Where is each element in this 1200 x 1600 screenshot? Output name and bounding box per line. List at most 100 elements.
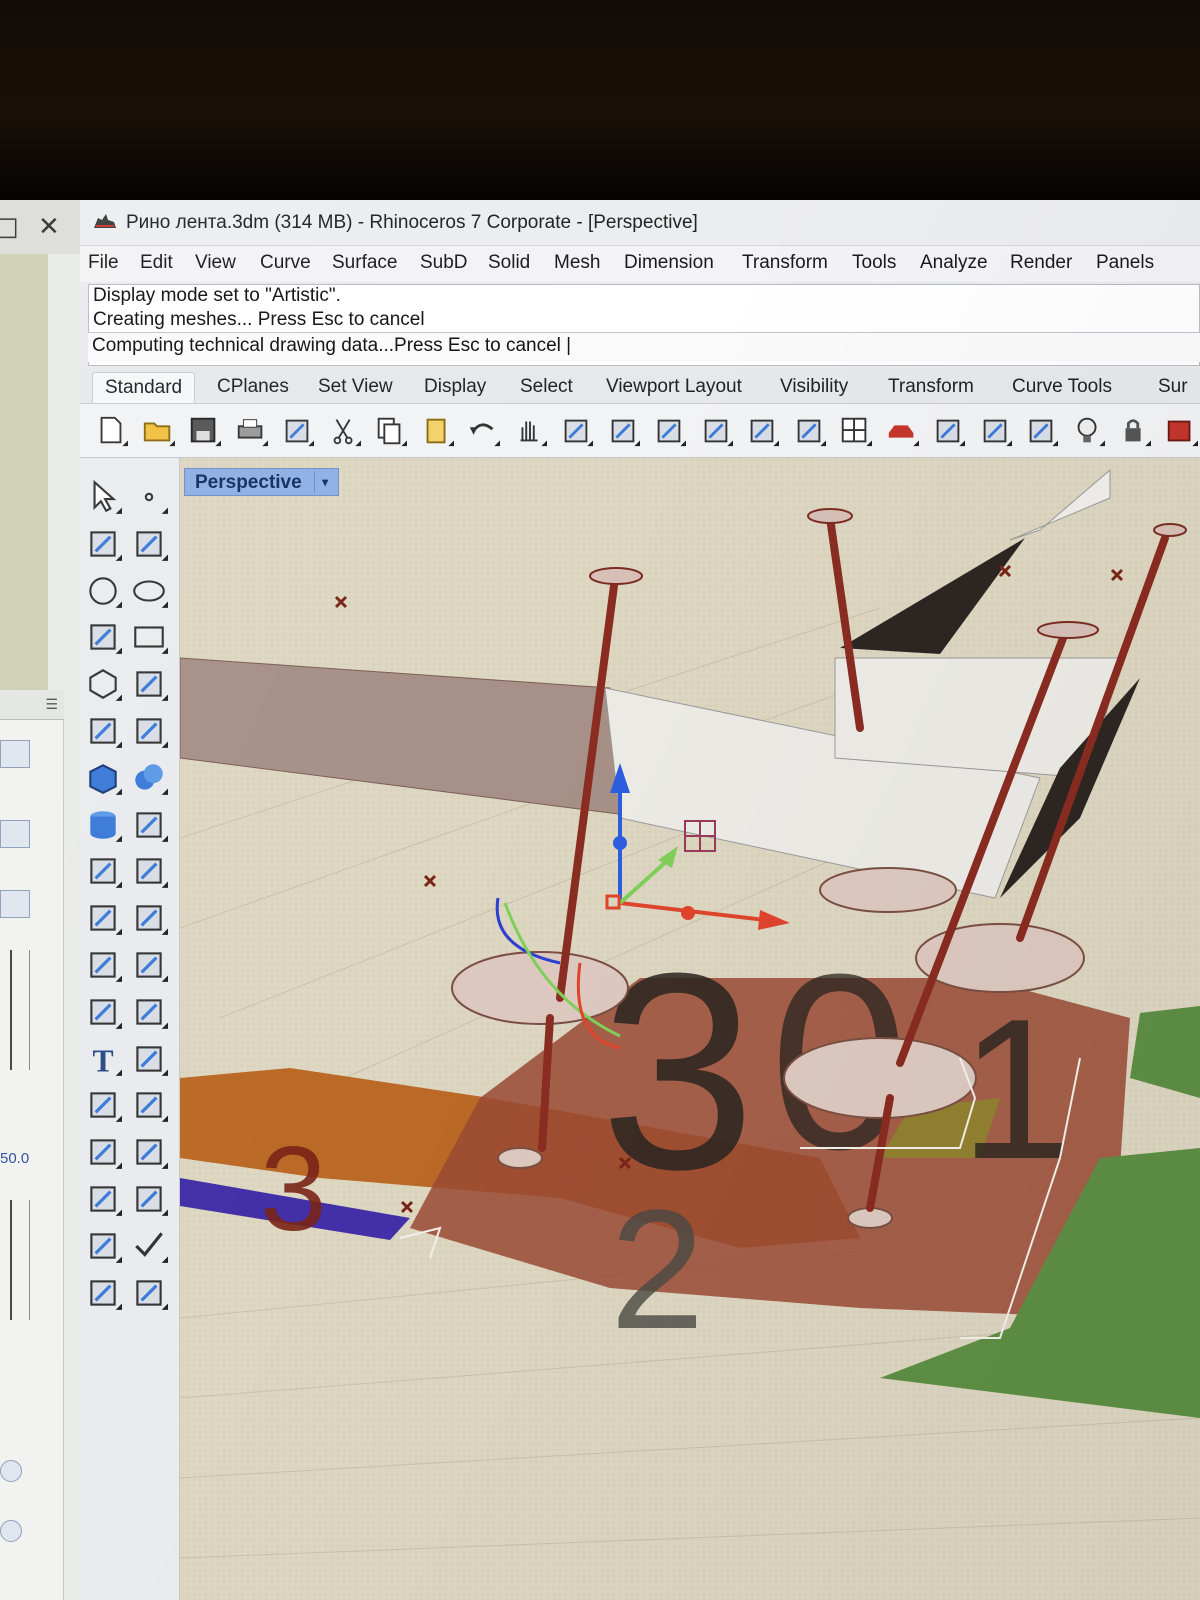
extrude-surface-icon[interactable] (130, 712, 168, 750)
menu-item-tools[interactable]: Tools (852, 252, 896, 274)
trim-icon[interactable] (84, 899, 122, 937)
sphere-solid-icon[interactable] (130, 759, 168, 797)
explode-icon[interactable] (130, 852, 168, 890)
menu-item-solid[interactable]: Solid (488, 252, 530, 274)
paste-icon[interactable] (420, 414, 454, 448)
render-light-icon[interactable] (1071, 414, 1105, 448)
ruler-icon[interactable] (130, 1274, 168, 1312)
boolean-union-icon[interactable] (84, 852, 122, 890)
split-icon[interactable] (130, 899, 168, 937)
viewport-scene[interactable]: 3 0 1 3 2 (180, 458, 1200, 1600)
zoom-extents-icon[interactable] (699, 414, 733, 448)
bring-to-cplane-icon[interactable] (130, 1133, 168, 1171)
materials-icon[interactable] (1164, 414, 1198, 448)
chevron-down-icon[interactable]: ▾ (313, 471, 336, 493)
surface-corner-icon[interactable] (84, 712, 122, 750)
print-icon[interactable] (234, 414, 268, 448)
blend-curve-icon[interactable] (130, 993, 168, 1031)
import-icon[interactable] (280, 414, 314, 448)
scale-icon[interactable] (130, 1040, 168, 1078)
set-points-icon[interactable] (1024, 414, 1058, 448)
gumball-icon[interactable] (84, 1227, 122, 1265)
fillet-curve-icon[interactable] (130, 665, 168, 703)
tab-cplanes[interactable]: CPlanes (217, 376, 289, 398)
copy-icon[interactable] (373, 414, 407, 448)
tab-sur[interactable]: Sur (1158, 376, 1188, 398)
undo-icon[interactable] (466, 414, 500, 448)
object-snap-icon[interactable] (978, 414, 1012, 448)
viewport-title-tab[interactable]: Perspective ▾ (184, 468, 339, 496)
offset-curve-icon[interactable] (84, 993, 122, 1031)
tab-viewport-layout[interactable]: Viewport Layout (606, 376, 742, 398)
menu-item-file[interactable]: File (88, 252, 119, 274)
polyline-icon[interactable] (84, 525, 122, 563)
car-named-view-icon[interactable] (885, 414, 919, 448)
zoom-selected-icon[interactable] (745, 414, 779, 448)
menu-item-view[interactable]: View (195, 252, 236, 274)
polygon-icon[interactable] (84, 665, 122, 703)
ungroup-icon[interactable] (130, 946, 168, 984)
select-arrow-icon[interactable] (84, 478, 122, 516)
save-icon[interactable] (187, 414, 221, 448)
cube-render-icon[interactable] (84, 1274, 122, 1312)
mirror-icon[interactable] (130, 1086, 168, 1124)
tab-display[interactable]: Display (424, 376, 486, 398)
panel-scrollbar-lower[interactable] (10, 1200, 30, 1320)
menu-item-panels[interactable]: Panels (1096, 252, 1154, 274)
perspective-viewport[interactable]: 3 0 1 3 2 (180, 458, 1200, 1600)
rotate-view-icon[interactable] (559, 414, 593, 448)
menu-item-subd[interactable]: SubD (420, 252, 468, 274)
disc (819, 867, 957, 913)
zoom-window-icon[interactable] (652, 414, 686, 448)
command-prompt[interactable]: Computing technical drawing data...Press… (88, 332, 1200, 362)
panel-node-icon[interactable] (0, 1520, 22, 1542)
pipe-icon[interactable] (130, 1180, 168, 1218)
mesh-plane-icon[interactable] (130, 806, 168, 844)
four-viewports-icon[interactable] (838, 414, 872, 448)
panel-menu-icon[interactable]: ☰ (45, 696, 58, 713)
grid-cplane-icon[interactable] (931, 414, 965, 448)
grid-array-icon[interactable] (84, 1180, 122, 1218)
cylinder-solid-icon[interactable] (84, 806, 122, 844)
panel-search-icon[interactable] (0, 820, 30, 848)
menu-item-mesh[interactable]: Mesh (554, 252, 600, 274)
menu-item-surface[interactable]: Surface (332, 252, 397, 274)
box-solid-icon[interactable] (84, 759, 122, 797)
menu-item-render[interactable]: Render (1010, 252, 1072, 274)
menu-item-transform[interactable]: Transform (742, 252, 828, 274)
tab-transform[interactable]: Transform (888, 376, 974, 398)
pan-hand-icon[interactable] (513, 414, 547, 448)
rotate-camera-icon[interactable] (792, 414, 826, 448)
tab-curve-tools[interactable]: Curve Tools (1012, 376, 1112, 398)
arc-icon[interactable] (84, 618, 122, 656)
panel-thumbnail-icon[interactable] (0, 740, 30, 768)
rectangle-icon[interactable] (130, 618, 168, 656)
new-file-icon[interactable] (94, 414, 128, 448)
check-icon[interactable] (130, 1227, 168, 1265)
text-icon[interactable]: T (84, 1040, 122, 1078)
ellipse-icon[interactable] (130, 572, 168, 610)
menu-item-analyze[interactable]: Analyze (920, 252, 988, 274)
box-edit-icon[interactable] (84, 1133, 122, 1171)
close-icon[interactable]: ✕ (38, 212, 60, 242)
zoom-dynamic-icon[interactable] (606, 414, 640, 448)
tab-standard[interactable]: Standard (92, 372, 196, 403)
panel-layer-icon[interactable] (0, 890, 30, 918)
group-icon[interactable] (84, 946, 122, 984)
tab-visibility[interactable]: Visibility (780, 376, 848, 398)
curve-icon[interactable] (130, 525, 168, 563)
panel-scrollbar[interactable] (10, 950, 30, 1070)
panel-node-icon[interactable] (0, 1460, 22, 1482)
menu-item-curve[interactable]: Curve (260, 252, 311, 274)
menu-item-dimension[interactable]: Dimension (624, 252, 714, 274)
menu-item-edit[interactable]: Edit (140, 252, 173, 274)
open-folder-icon[interactable] (141, 414, 175, 448)
point-icon[interactable] (130, 478, 168, 516)
tab-set-view[interactable]: Set View (318, 376, 393, 398)
tab-select[interactable]: Select (520, 376, 573, 398)
circle-icon[interactable] (84, 572, 122, 610)
cut-icon[interactable] (327, 414, 361, 448)
array-icon[interactable] (84, 1086, 122, 1124)
restore-icon[interactable]: □ (0, 212, 19, 242)
lock-icon[interactable] (1117, 414, 1151, 448)
